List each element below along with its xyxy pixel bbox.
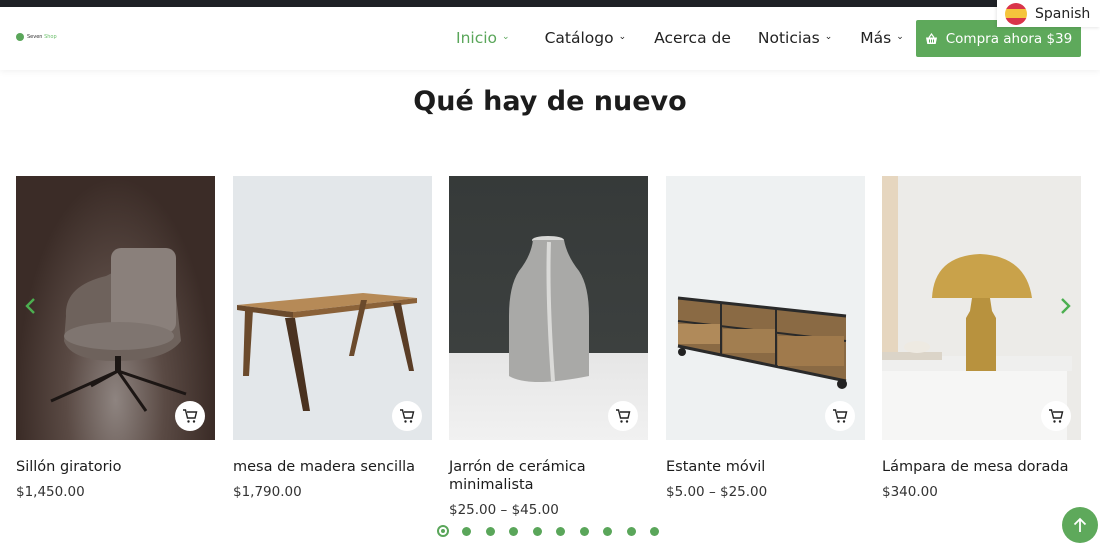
nav-label: Noticias — [757, 29, 820, 47]
product-price: $1,450.00 — [16, 484, 85, 500]
product-card[interactable]: Lámpara de mesa dorada $340.00 — [882, 176, 1081, 500]
product-name[interactable]: Estante móvil — [666, 458, 865, 476]
lamp-illustration — [882, 176, 1072, 440]
product-card[interactable]: Sillón giratorio $1,450.00 — [16, 176, 215, 500]
cart-icon — [1049, 408, 1064, 423]
chevron-down-icon: ⌄ — [896, 32, 904, 42]
chevron-right-icon — [1061, 298, 1071, 314]
buy-now-label: Compra ahora $39 — [945, 30, 1073, 47]
product-image[interactable] — [233, 176, 432, 440]
scroll-to-top-button[interactable] — [1062, 507, 1098, 543]
nav-item-acerca-de[interactable]: Acerca de — [654, 29, 731, 47]
vase-illustration — [509, 236, 589, 382]
chevron-left-icon — [25, 298, 35, 314]
pagination-dot[interactable] — [462, 526, 471, 536]
nav-item-noticias[interactable]: Noticias ⌄ — [758, 29, 832, 47]
nav-item-mas[interactable]: Más ⌄ — [860, 29, 904, 47]
cart-icon — [400, 408, 415, 423]
pagination-dot[interactable] — [532, 526, 542, 536]
site-header: Seven Shop Inicio ⌄ Catálogo ⌄ Acerca de… — [0, 7, 1100, 70]
pagination-dot[interactable] — [579, 526, 589, 536]
add-to-cart-button[interactable] — [608, 401, 638, 431]
nav-label: Inicio — [456, 29, 498, 47]
main-nav: Inicio ⌄ Catálogo ⌄ Acerca de Noticias ⌄… — [456, 29, 904, 47]
nav-label: Más — [860, 29, 892, 47]
table-illustration — [237, 293, 417, 411]
carousel-next-button[interactable] — [1060, 296, 1072, 320]
product-carousel: Sillón giratorio $1,450.00 mesa de mader… — [16, 176, 1081, 521]
site-logo[interactable]: Seven Shop — [16, 33, 57, 41]
nav-item-catalogo[interactable]: Catálogo ⌄ — [545, 29, 627, 47]
language-label: Spanish — [1035, 5, 1091, 22]
browser-top-bar — [0, 0, 1100, 7]
product-image[interactable] — [882, 176, 1081, 440]
nav-label: Acerca de — [654, 29, 731, 47]
add-to-cart-button[interactable] — [1041, 401, 1071, 431]
product-card[interactable]: mesa de madera sencilla $1,790.00 — [233, 176, 432, 500]
spain-flag-icon — [1005, 2, 1027, 25]
chair-illustration — [50, 248, 187, 412]
product-name[interactable]: Lámpara de mesa dorada — [882, 458, 1081, 476]
section-title: Qué hay de nuevo — [413, 86, 687, 117]
product-name[interactable]: mesa de madera sencilla — [233, 458, 432, 476]
product-image[interactable] — [666, 176, 865, 440]
product-price: $5.00 – $25.00 — [666, 484, 768, 500]
carousel-prev-button[interactable] — [24, 296, 36, 320]
carousel-pagination — [437, 525, 674, 537]
nav-item-inicio[interactable]: Inicio ⌄ — [456, 29, 510, 47]
product-price: $25.00 – $45.00 — [449, 502, 559, 518]
basket-icon — [925, 32, 937, 44]
chevron-down-icon: ⌄ — [618, 32, 627, 42]
add-to-cart-button[interactable] — [175, 401, 205, 431]
pagination-dot[interactable] — [650, 526, 659, 536]
product-card[interactable]: Jarrón de cerámica minimalista $25.00 – … — [449, 176, 648, 518]
arrow-up-icon — [1073, 517, 1087, 532]
logo-text-accent: Shop — [44, 34, 57, 40]
shelf-illustration — [677, 296, 847, 389]
pagination-dot[interactable] — [485, 526, 495, 536]
pagination-dot[interactable] — [603, 526, 612, 536]
product-price: $1,790.00 — [233, 484, 302, 500]
logo-text: Seven — [27, 34, 43, 40]
pagination-dot[interactable] — [556, 526, 565, 536]
product-price: $340.00 — [882, 484, 938, 500]
product-image[interactable] — [449, 176, 648, 440]
language-switcher[interactable]: Spanish — [997, 0, 1100, 27]
nav-label: Catálogo — [544, 29, 614, 47]
cart-icon — [833, 408, 848, 423]
add-to-cart-button[interactable] — [825, 401, 855, 431]
pagination-dot[interactable] — [626, 526, 636, 536]
product-name[interactable]: Jarrón de cerámica minimalista — [449, 458, 648, 494]
product-image[interactable] — [16, 176, 215, 440]
product-card[interactable]: Estante móvil $5.00 – $25.00 — [666, 176, 865, 500]
add-to-cart-button[interactable] — [392, 401, 422, 431]
chevron-down-icon: ⌄ — [824, 32, 833, 42]
chevron-down-icon: ⌄ — [502, 32, 510, 42]
cart-icon — [616, 408, 631, 423]
pagination-dot-active[interactable] — [437, 525, 449, 537]
pagination-dot[interactable] — [509, 526, 518, 536]
cart-icon — [183, 408, 198, 423]
product-name[interactable]: Sillón giratorio — [16, 458, 215, 476]
logo-icon — [16, 33, 24, 41]
